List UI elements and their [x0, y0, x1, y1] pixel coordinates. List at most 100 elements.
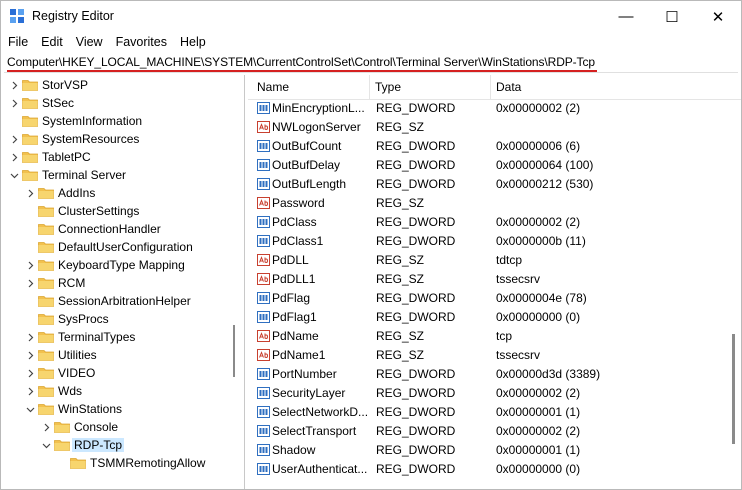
value-row[interactable]: OutBufDelay REG_DWORD 0x00000064 (100) [248, 156, 728, 175]
dword-icon [257, 368, 270, 380]
chevron-right-icon[interactable] [8, 130, 20, 148]
value-row[interactable]: PdDLL REG_SZ tdtcp [248, 251, 728, 270]
column-header-data[interactable]: Data [496, 80, 521, 94]
value-row[interactable]: SelectTransport REG_DWORD 0x00000002 (2) [248, 422, 728, 441]
values-list-pane[interactable]: Name Type Data MinEncryptionL... REG_DWOR… [248, 75, 741, 489]
close-icon: ✕ [711, 8, 725, 26]
value-row[interactable]: Password REG_SZ [248, 194, 728, 213]
value-type: REG_DWORD [376, 291, 456, 305]
column-divider[interactable] [490, 75, 491, 99]
tree-item[interactable]: RDP-Tcp [4, 436, 232, 454]
value-row[interactable]: UserAuthenticat... REG_DWORD 0x00000000 (0… [248, 460, 728, 479]
chevron-right-icon[interactable] [24, 346, 36, 364]
tree-item[interactable]: TabletPC [4, 148, 232, 166]
chevron-right-icon[interactable] [24, 256, 36, 274]
folder-icon [54, 440, 70, 451]
value-row[interactable]: PdClass REG_DWORD 0x00000002 (2) [248, 213, 728, 232]
tree-item[interactable]: TerminalTypes [4, 328, 232, 346]
maximize-button[interactable]: ☐ [649, 1, 695, 32]
tree-item[interactable]: ClusterSettings [4, 202, 232, 220]
close-button[interactable]: ✕ [695, 1, 741, 32]
tree-item[interactable]: SysProcs [4, 310, 232, 328]
value-row[interactable]: PdName1 REG_SZ tssecsrv [248, 346, 728, 365]
tree-scrollbar-thumb[interactable] [233, 325, 235, 377]
value-row[interactable]: SecurityLayer REG_DWORD 0x00000002 (2) [248, 384, 728, 403]
chevron-right-icon[interactable] [8, 76, 20, 94]
tree-item[interactable]: WinStations [4, 400, 232, 418]
menu-edit[interactable]: Edit [34, 32, 69, 52]
tree-item[interactable]: SessionArbitrationHelper [4, 292, 232, 310]
value-row[interactable]: NWLogonServer REG_SZ [248, 118, 728, 137]
value-data: 0x00000002 (2) [496, 215, 581, 229]
value-data: 0x0000004e (78) [496, 291, 587, 305]
value-type: REG_DWORD [376, 386, 456, 400]
chevron-down-icon[interactable] [40, 436, 52, 454]
minimize-button[interactable]: — [603, 1, 649, 32]
tree-item[interactable]: SystemInformation [4, 112, 232, 130]
tree-item-label: RCM [58, 276, 86, 290]
chevron-right-icon[interactable] [24, 274, 36, 292]
dword-icon [257, 102, 270, 114]
menu-bar: File Edit View Favorites Help [1, 32, 741, 52]
folder-icon [38, 260, 54, 271]
tree-item[interactable]: VIDEO [4, 364, 232, 382]
column-header-type[interactable]: Type [375, 80, 401, 94]
chevron-right-icon[interactable] [24, 382, 36, 400]
key-tree-pane[interactable]: StorVSP StSec SystemInformation SystemResou… [4, 75, 245, 489]
maximize-icon: ☐ [665, 8, 679, 26]
tree-item[interactable]: TSMMRemotingAllow [4, 454, 232, 472]
value-row[interactable]: OutBufLength REG_DWORD 0x00000212 (530) [248, 175, 728, 194]
value-row[interactable]: PdName REG_SZ tcp [248, 327, 728, 346]
chevron-right-icon[interactable] [8, 148, 20, 166]
value-type: REG_SZ [376, 253, 425, 267]
tree-item[interactable]: ConnectionHandler [4, 220, 232, 238]
tree-item[interactable]: Terminal Server [4, 166, 232, 184]
string-icon [257, 273, 270, 285]
value-row[interactable]: PdClass1 REG_DWORD 0x0000000b (11) [248, 232, 728, 251]
menu-view[interactable]: View [69, 32, 109, 52]
folder-icon [38, 224, 54, 235]
registry-editor-app-icon [10, 9, 24, 23]
tree-item[interactable]: Wds [4, 382, 232, 400]
value-row[interactable]: SelectNetworkD... REG_DWORD 0x00000001 (1) [248, 403, 728, 422]
dword-icon [257, 235, 270, 247]
tree-item[interactable]: AddIns [4, 184, 232, 202]
chevron-right-icon[interactable] [24, 184, 36, 202]
menu-favorites[interactable]: Favorites [109, 32, 173, 52]
value-row[interactable]: PdFlag1 REG_DWORD 0x00000000 (0) [248, 308, 728, 327]
tree-item[interactable]: RCM [4, 274, 232, 292]
column-header-name[interactable]: Name [257, 80, 289, 94]
tree-item[interactable]: SystemResources [4, 130, 232, 148]
title-bar[interactable]: Registry Editor — ☐ ✕ [1, 1, 741, 32]
address-bar[interactable]: Computer\HKEY_LOCAL_MACHINE\SYSTEM\Curre… [4, 53, 738, 73]
tree-item[interactable]: StSec [4, 94, 232, 112]
chevron-down-icon[interactable] [8, 166, 20, 184]
address-path[interactable]: Computer\HKEY_LOCAL_MACHINE\SYSTEM\Curre… [7, 55, 595, 69]
chevron-right-icon[interactable] [24, 328, 36, 346]
value-row[interactable]: PdDLL1 REG_SZ tssecsrv [248, 270, 728, 289]
value-row[interactable]: MinEncryptionL... REG_DWORD 0x00000002 (2) [248, 99, 728, 118]
dword-icon [257, 311, 270, 323]
value-data: tdtcp [496, 253, 523, 267]
menu-file[interactable]: File [1, 32, 34, 52]
chevron-right-icon[interactable] [8, 94, 20, 112]
menu-help[interactable]: Help [173, 32, 212, 52]
value-row[interactable]: PdFlag REG_DWORD 0x0000004e (78) [248, 289, 728, 308]
value-row[interactable]: OutBufCount REG_DWORD 0x00000006 (6) [248, 137, 728, 156]
chevron-right-icon[interactable] [40, 418, 52, 436]
tree-item[interactable]: Console [4, 418, 232, 436]
dword-icon [257, 159, 270, 171]
folder-icon [22, 98, 38, 109]
tree-item[interactable]: StorVSP [4, 76, 232, 94]
tree-item[interactable]: KeyboardType Mapping [4, 256, 232, 274]
chevron-right-icon[interactable] [24, 364, 36, 382]
value-row[interactable]: Shadow REG_DWORD 0x00000001 (1) [248, 441, 728, 460]
tree-item[interactable]: Utilities [4, 346, 232, 364]
tree-item-label: StSec [42, 96, 75, 110]
column-divider[interactable] [369, 75, 370, 99]
tree-item[interactable]: DefaultUserConfiguration [4, 238, 232, 256]
chevron-down-icon[interactable] [24, 400, 36, 418]
list-scrollbar-thumb[interactable] [732, 334, 735, 444]
column-header-row: Name Type Data [248, 75, 741, 100]
value-row[interactable]: PortNumber REG_DWORD 0x00000d3d (3389) [248, 365, 728, 384]
